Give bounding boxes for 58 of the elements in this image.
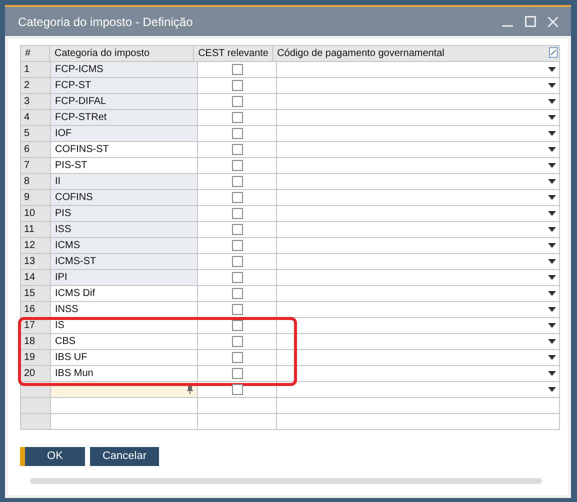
- table-row[interactable]: 2 FCP-ST: [20, 78, 560, 94]
- row-header: 3: [21, 94, 51, 109]
- category-cell[interactable]: FCP-ST: [51, 78, 198, 93]
- row-header: 14: [21, 270, 51, 285]
- table-row[interactable]: 15 ICMS Dif: [20, 286, 560, 302]
- row-header: 11: [21, 222, 51, 237]
- category-cell[interactable]: ICMS: [51, 238, 198, 253]
- row-header: 7: [21, 158, 51, 173]
- window-title: Categoria do imposto - Definição: [18, 14, 194, 30]
- dialog-button[interactable]: OK: [20, 447, 85, 466]
- row-header: 15: [21, 286, 51, 301]
- table-row[interactable]: 1 FCP-ICMS: [20, 62, 560, 78]
- row-header: 19: [21, 350, 51, 365]
- row-header: 9: [21, 190, 51, 205]
- table-row[interactable]: 10 PIS: [20, 206, 560, 222]
- category-cell[interactable]: IPI: [51, 270, 198, 285]
- table-row[interactable]: 14 IPI: [20, 270, 560, 286]
- row-header: 8: [21, 174, 51, 189]
- table-row[interactable]: 6 COFINS-ST: [20, 142, 560, 158]
- row-header: 5: [21, 126, 51, 141]
- column-header[interactable]: CEST relevante: [194, 46, 274, 61]
- category-cell[interactable]: FCP-DIFAL: [51, 94, 198, 109]
- row-header: 12: [21, 238, 51, 253]
- table-row[interactable]: 13 ICMS-ST: [20, 254, 560, 270]
- row-header: 13: [21, 254, 51, 269]
- table-row[interactable]: 11 ISS: [20, 222, 560, 238]
- table-row[interactable]: 3 FCP-DIFAL: [20, 94, 560, 110]
- category-cell[interactable]: ISS: [51, 222, 198, 237]
- table-row[interactable]: 9 COFINS: [20, 190, 560, 206]
- column-header[interactable]: Código de pagamento governamental: [273, 46, 550, 61]
- row-header: 6: [21, 142, 51, 157]
- table-row[interactable]: 5 IOF: [20, 126, 560, 142]
- table-row[interactable]: 8 II: [20, 174, 560, 190]
- category-cell[interactable]: PIS: [51, 206, 198, 221]
- table-row[interactable]: 19 IBS UF: [20, 350, 560, 366]
- table-row[interactable]: 16 INSS: [20, 302, 560, 318]
- column-header[interactable]: #: [21, 46, 50, 61]
- row-header: 18: [21, 334, 51, 349]
- category-cell[interactable]: II: [51, 174, 198, 189]
- row-header: 16: [21, 302, 51, 317]
- category-cell[interactable]: ICMS-ST: [51, 254, 198, 269]
- table-row[interactable]: 17 IS: [20, 318, 560, 334]
- table-row[interactable]: 7 PIS-ST: [20, 158, 560, 174]
- row-header: 2: [21, 78, 51, 93]
- row-header: 1: [21, 62, 51, 77]
- category-cell[interactable]: FCP-STRet: [51, 110, 198, 125]
- dialog-button[interactable]: Cancelar: [90, 447, 159, 466]
- category-cell[interactable]: COFINS: [51, 190, 198, 205]
- row-header: 20: [21, 366, 51, 381]
- table-row[interactable]: 20 IBS Mun: [20, 366, 560, 382]
- table-row[interactable]: 12 ICMS: [20, 238, 560, 254]
- category-cell[interactable]: FCP-ICMS: [51, 62, 198, 77]
- category-cell[interactable]: IOF: [51, 126, 198, 141]
- row-header: 4: [21, 110, 51, 125]
- row-header: 10: [21, 206, 51, 221]
- table-row[interactable]: 18 CBS: [20, 334, 560, 350]
- table-row[interactable]: 4 FCP-STRet: [20, 110, 560, 126]
- column-header[interactable]: Categoria do imposto: [50, 46, 194, 61]
